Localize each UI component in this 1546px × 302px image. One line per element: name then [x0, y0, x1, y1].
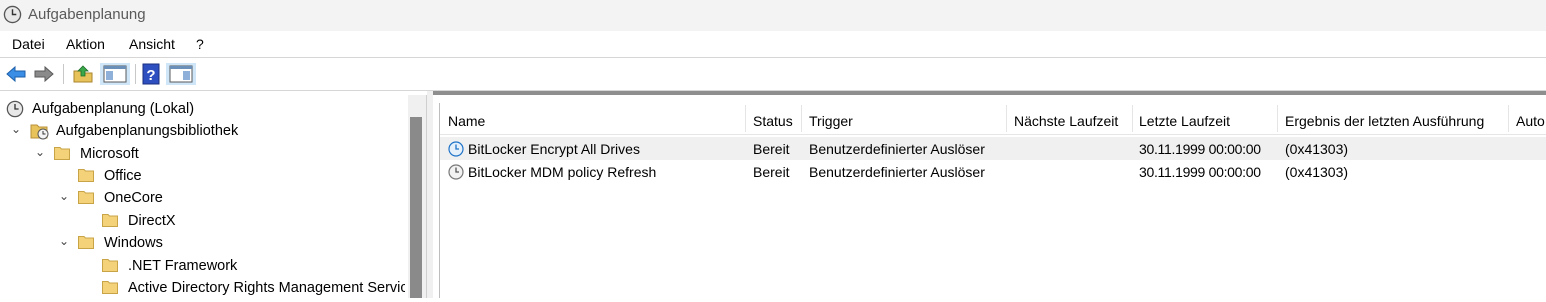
- column-divider[interactable]: [1277, 105, 1278, 132]
- folder-icon: [78, 191, 94, 204]
- task-last-run: 30.11.1999 00:00:00: [1139, 164, 1261, 180]
- task-last-run: 30.11.1999 00:00:00: [1139, 141, 1261, 157]
- folder-icon: [102, 259, 118, 272]
- task-result: (0x41303): [1285, 164, 1349, 180]
- column-header-next-run[interactable]: Nächste Laufzeit: [1014, 113, 1118, 129]
- help-icon[interactable]: ?: [142, 63, 160, 85]
- show-hide-action-pane-icon[interactable]: [166, 63, 196, 85]
- task-status: Bereit: [753, 141, 790, 157]
- column-divider[interactable]: [1508, 105, 1509, 132]
- folder-icon: [78, 236, 94, 249]
- tree-item-label: OneCore: [104, 190, 163, 206]
- tree-item-label: Microsoft: [80, 146, 139, 162]
- menu-help[interactable]: ?: [196, 36, 204, 52]
- task-trigger: Benutzerdefinierter Auslöser: [809, 141, 985, 157]
- tree-item-office[interactable]: Office: [0, 165, 405, 187]
- task-list-pane: Name Status Trigger Nächste Laufzeit Let…: [433, 91, 1546, 302]
- back-arrow-icon[interactable]: [5, 63, 27, 85]
- tree-item-label: Aufgabenplanung (Lokal): [32, 101, 195, 117]
- tree-item-onecore[interactable]: ⌄ OneCore: [0, 187, 405, 209]
- table-row[interactable]: BitLocker MDM policy Refresh Bereit Benu…: [440, 160, 1546, 183]
- column-header-trigger[interactable]: Trigger: [809, 113, 853, 129]
- column-header-author[interactable]: Auto: [1516, 113, 1545, 129]
- table-row[interactable]: BitLocker Encrypt All Drives Bereit Benu…: [440, 137, 1546, 160]
- column-header-last-run[interactable]: Letzte Laufzeit: [1139, 113, 1230, 129]
- tree-item-library[interactable]: ⌄ Aufgabenplanungsbibliothek: [0, 120, 405, 142]
- folder-up-icon[interactable]: [72, 63, 94, 85]
- clock-folder-icon: [30, 124, 49, 140]
- task-list: Name Status Trigger Nächste Laufzeit Let…: [439, 103, 1546, 298]
- tree-item-ad-rms[interactable]: Active Directory Rights Management Servi…: [0, 277, 405, 299]
- tree-item-label: DirectX: [128, 213, 176, 229]
- tree-item-root[interactable]: Aufgabenplanung (Lokal): [0, 98, 405, 120]
- column-divider[interactable]: [1006, 105, 1007, 132]
- task-name: BitLocker MDM policy Refresh: [468, 164, 657, 180]
- show-hide-console-tree-icon[interactable]: [100, 63, 130, 85]
- column-divider[interactable]: [801, 105, 802, 132]
- menu-datei[interactable]: Datei: [12, 36, 45, 52]
- tree-item-label: Aufgabenplanungsbibliothek: [56, 123, 239, 139]
- folder-icon: [102, 214, 118, 227]
- task-status: Bereit: [753, 164, 790, 180]
- folder-icon: [102, 281, 118, 294]
- tree-item-label: Active Directory Rights Management Servi…: [128, 280, 405, 296]
- task-trigger: Benutzerdefinierter Auslöser: [809, 164, 985, 180]
- menu-aktion[interactable]: Aktion: [66, 36, 105, 52]
- column-divider[interactable]: [745, 105, 746, 132]
- toolbar-separator: [63, 64, 64, 84]
- task-clock-icon: [448, 164, 464, 180]
- chevron-down-icon[interactable]: ⌄: [11, 122, 21, 136]
- folder-icon: [54, 147, 70, 160]
- folder-icon: [78, 169, 94, 182]
- chevron-down-icon[interactable]: ⌄: [59, 234, 69, 248]
- column-divider[interactable]: [1132, 105, 1133, 132]
- vertical-scrollbar[interactable]: [408, 95, 426, 298]
- scrollbar-thumb[interactable]: [410, 117, 422, 298]
- toolbar: ?: [0, 58, 1546, 91]
- svg-text:?: ?: [146, 67, 155, 84]
- task-name: BitLocker Encrypt All Drives: [468, 141, 640, 157]
- task-clock-icon: [448, 141, 464, 157]
- tree-item-net-framework[interactable]: .NET Framework: [0, 255, 405, 277]
- title-bar: Aufgabenplanung: [0, 0, 1546, 31]
- clock-icon: [6, 100, 24, 118]
- column-header-status[interactable]: Status: [753, 113, 793, 129]
- menu-ansicht[interactable]: Ansicht: [129, 36, 175, 52]
- table-header: Name Status Trigger Nächste Laufzeit Let…: [440, 103, 1546, 135]
- column-header-result[interactable]: Ergebnis der letzten Ausführung: [1285, 113, 1484, 129]
- chevron-down-icon[interactable]: ⌄: [59, 189, 69, 203]
- tree-item-directx[interactable]: DirectX: [0, 210, 405, 232]
- window-title: Aufgabenplanung: [28, 6, 146, 23]
- chevron-down-icon[interactable]: ⌄: [35, 145, 45, 159]
- clock-icon: [3, 5, 22, 24]
- console-tree: Aufgabenplanung (Lokal) ⌄ Aufgabenplanun…: [0, 95, 427, 298]
- toolbar-separator: [135, 64, 136, 84]
- tree-item-microsoft[interactable]: ⌄ Microsoft: [0, 143, 405, 165]
- tree-item-windows[interactable]: ⌄ Windows: [0, 232, 405, 254]
- forward-arrow-icon[interactable]: [33, 63, 55, 85]
- tree-item-label: Windows: [104, 235, 163, 251]
- tree-item-label: .NET Framework: [128, 258, 238, 274]
- column-header-name[interactable]: Name: [448, 113, 485, 129]
- tree-item-label: Office: [104, 168, 142, 184]
- task-result: (0x41303): [1285, 141, 1349, 157]
- menu-bar: Datei Aktion Ansicht ?: [0, 31, 1546, 58]
